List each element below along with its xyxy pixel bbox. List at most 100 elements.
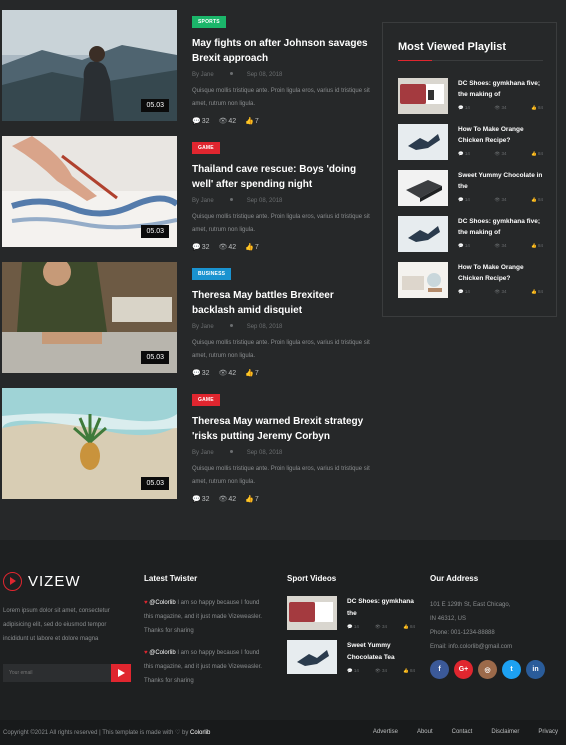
playlist-thumbnail[interactable]	[398, 124, 448, 160]
post-author[interactable]: By Jane	[192, 72, 214, 78]
playlist-item[interactable]: DC Shoes: gymkhana five; the making of 💬…	[398, 78, 543, 116]
playlist-item-title[interactable]: Sweet Yummy Chocolate in the	[458, 170, 543, 192]
disclaimer-link[interactable]: Disclaimer	[491, 729, 519, 735]
advertise-link[interactable]: Advertise	[373, 729, 398, 735]
about-link[interactable]: About	[417, 729, 433, 735]
post-title[interactable]: Theresa May warned Brexit strategy 'risk…	[192, 414, 372, 444]
video-thumbnail[interactable]	[287, 640, 337, 674]
playlist-item-title[interactable]: How To Make Orange Chicken Recipe?	[458, 262, 543, 284]
post-excerpt: Quisque mollis tristique ante. Proin lig…	[192, 466, 370, 485]
views-count: 👁 34	[494, 151, 507, 156]
views-count: 👁 34	[375, 668, 387, 673]
post-thumbnail[interactable]: 05.03	[2, 262, 177, 373]
thumbs-up-icon: 👍	[245, 118, 254, 125]
playlist-thumbnail[interactable]	[398, 78, 448, 114]
contact-link[interactable]: Contact	[452, 729, 473, 735]
colorlib-link[interactable]: Colorlib	[190, 730, 210, 736]
privacy-link[interactable]: Privacy	[538, 729, 558, 735]
post-thumbnail[interactable]: 05.03	[2, 388, 177, 499]
comments-count[interactable]: 💬32	[192, 117, 210, 125]
facebook-icon[interactable]: f	[430, 660, 449, 679]
likes-count[interactable]: 👍7	[245, 369, 259, 377]
playlist-item-title[interactable]: How To Make Orange Chicken Recipe?	[458, 124, 543, 146]
comment-icon: 💬	[192, 370, 201, 377]
post-date: Sep 08, 2018	[246, 324, 283, 330]
footer-logo[interactable]: VIZEW	[3, 572, 81, 591]
sport-video-item[interactable]: DC Shoes: gymkhana the 💬 14 👁 34 👍 84	[287, 596, 417, 632]
post-author[interactable]: By Jane	[192, 324, 214, 330]
address-block: 101 E 129th St, East Chicago, IN 46312, …	[430, 598, 560, 654]
category-badge[interactable]: Business	[192, 268, 232, 280]
comment-icon: 💬	[192, 118, 201, 125]
eye-icon: 👁	[218, 496, 228, 503]
views-count: 👁42	[218, 496, 237, 503]
post-thumbnail[interactable]: 05.03	[2, 136, 177, 247]
email-field[interactable]	[3, 664, 111, 682]
sport-video-item[interactable]: Sweet Yummy Chocolatea Tea 💬 14 👁 34 👍 84	[287, 640, 417, 676]
playlist-item-title[interactable]: DC Shoes: gymkhana five; the making of	[458, 78, 543, 100]
category-badge[interactable]: Sports	[192, 16, 226, 28]
eye-icon: 👁	[218, 244, 228, 251]
playlist-thumbnail[interactable]	[398, 216, 448, 252]
video-duration: 05.03	[141, 99, 169, 112]
post-card[interactable]: 05.03 Business Theresa May battles Brexi…	[2, 262, 372, 377]
post-excerpt: Quisque mollis tristique ante. Proin lig…	[192, 88, 370, 107]
comments-count[interactable]: 💬32	[192, 243, 210, 251]
post-title[interactable]: Theresa May battles Brexiteer backlash a…	[192, 288, 372, 318]
comments-count: 💬 14	[458, 197, 470, 202]
post-thumbnail[interactable]: 05.03	[2, 10, 177, 121]
likes-count[interactable]: 👍7	[245, 243, 259, 251]
tweet-handle[interactable]: @Colorlib	[149, 650, 175, 656]
post-card[interactable]: 05.03 Game Theresa May warned Brexit str…	[2, 388, 372, 503]
playlist-item[interactable]: How To Make Orange Chicken Recipe? 💬 14 👁…	[398, 124, 543, 162]
phone-number: Phone: 001-1234-88888	[430, 630, 495, 636]
thumbs-up-icon: 👍	[245, 370, 254, 377]
likes-count: 👍 84	[531, 105, 543, 110]
meta-separator	[229, 72, 233, 76]
playlist-item[interactable]: Sweet Yummy Chocolate in the 💬 14 👁 34 👍 8…	[398, 170, 543, 208]
playlist-thumbnail[interactable]	[398, 170, 448, 206]
video-title[interactable]: DC Shoes: gymkhana the	[347, 596, 417, 620]
comments-count: 💬 14	[458, 151, 470, 156]
category-badge[interactable]: Game	[192, 394, 220, 406]
eye-icon: 👁	[218, 118, 228, 125]
likes-count: 👍 84	[403, 668, 415, 673]
twitter-icon[interactable]: t	[502, 660, 521, 679]
video-duration: 05.03	[141, 225, 169, 238]
comments-count: 💬 14	[347, 668, 359, 673]
play-icon	[3, 572, 22, 591]
likes-count[interactable]: 👍7	[245, 495, 259, 503]
post-author[interactable]: By Jane	[192, 198, 214, 204]
widget-title: Most Viewed Playlist	[398, 41, 507, 53]
post-card[interactable]: 05.03 Game Thailand cave rescue: Boys 'd…	[2, 136, 372, 251]
comments-count[interactable]: 💬32	[192, 495, 210, 503]
playlist-thumbnail[interactable]	[398, 262, 448, 298]
email-address[interactable]: Email: info.colorlib@gmail.com	[430, 640, 560, 654]
comments-count[interactable]: 💬32	[192, 369, 210, 377]
logo-text: VIZEW	[28, 573, 81, 590]
meta-separator	[229, 198, 233, 202]
category-badge[interactable]: Game	[192, 142, 220, 154]
title-underline	[398, 60, 543, 61]
post-author[interactable]: By Jane	[192, 450, 214, 456]
address-line: 101 E 129th St, East Chicago,	[430, 602, 511, 608]
video-title[interactable]: Sweet Yummy Chocolatea Tea	[347, 640, 417, 664]
linkedin-icon[interactable]: in	[526, 660, 545, 679]
tweet-handle[interactable]: @Colorlib	[149, 600, 175, 606]
newsletter-form	[3, 664, 131, 682]
video-thumbnail[interactable]	[287, 596, 337, 630]
views-count: 👁 34	[494, 243, 507, 248]
comment-icon: 💬	[192, 244, 201, 251]
tweet-item: ♥ @Colorlib I am so happy because I foun…	[144, 646, 269, 688]
send-button[interactable]	[111, 664, 131, 682]
post-card[interactable]: 05.03 Sports May fights on after Johnson…	[2, 10, 372, 125]
playlist-item[interactable]: DC Shoes: gymkhana five; the making of 💬…	[398, 216, 543, 254]
post-title[interactable]: Thailand cave rescue: Boys 'doing well' …	[192, 162, 372, 192]
instagram-icon[interactable]: ◎	[478, 660, 497, 679]
post-title[interactable]: May fights on after Johnson savages Brex…	[192, 36, 372, 66]
likes-count[interactable]: 👍7	[245, 117, 259, 125]
playlist-item-title[interactable]: DC Shoes: gymkhana five; the making of	[458, 216, 543, 238]
views-count: 👁 34	[494, 197, 507, 202]
google-plus-icon[interactable]: G+	[454, 660, 473, 679]
playlist-item[interactable]: How To Make Orange Chicken Recipe? 💬 14 👁…	[398, 262, 543, 300]
